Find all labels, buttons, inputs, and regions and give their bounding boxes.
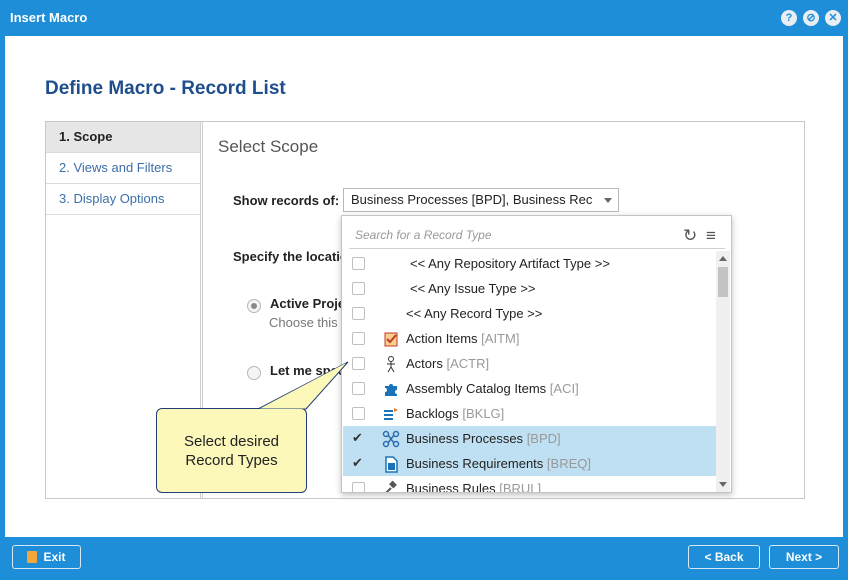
list-item-label: << Any Record Type >>: [406, 306, 542, 321]
checkbox[interactable]: [352, 332, 365, 345]
list-item-label: Action Items [AITM]: [406, 331, 519, 346]
step-display-options[interactable]: 3. Display Options: [46, 184, 200, 215]
checkbox[interactable]: [352, 307, 365, 320]
list-item[interactable]: << Any Repository Artifact Type >>: [343, 251, 716, 276]
search-input[interactable]: [355, 228, 655, 242]
refresh-icon[interactable]: ↻: [683, 227, 697, 244]
scrollbar[interactable]: [716, 251, 730, 492]
checkbox[interactable]: [352, 482, 365, 492]
list-item-code: [BKLG]: [462, 406, 505, 421]
list-item-label: Backlogs [BKLG]: [406, 406, 504, 421]
backlog-icon: [382, 405, 400, 423]
record-type-search: ↻ ≡: [349, 222, 725, 249]
list-item-name: Assembly Catalog Items: [406, 381, 547, 396]
list-item[interactable]: Business Rules [BRUL]: [343, 476, 716, 492]
process-icon: [382, 430, 400, 448]
radio-specify-label: Let me spec: [270, 363, 346, 378]
callout-line-2: Record Types: [185, 452, 278, 469]
radio-active-project[interactable]: [247, 299, 261, 313]
record-type-select-value: Business Processes [BPD], Business Rec: [351, 192, 593, 207]
list-item-name: << Any Repository Artifact Type >>: [410, 256, 610, 271]
list-item[interactable]: Business Requirements [BREQ]: [343, 451, 716, 476]
list-item-label: Business Processes [BPD]: [406, 431, 561, 446]
list-item-name: Backlogs: [406, 406, 459, 421]
checkbox[interactable]: [352, 455, 365, 471]
exit-button[interactable]: Exit: [12, 545, 81, 569]
next-button[interactable]: Next >: [769, 545, 839, 569]
menu-icon[interactable]: ≡: [706, 227, 716, 244]
list-item-label: Actors [ACTR]: [406, 356, 489, 371]
list-item-label: Business Requirements [BREQ]: [406, 456, 591, 471]
list-item-code: [ACTR]: [446, 356, 490, 371]
list-item-code: [ACI]: [549, 381, 579, 396]
action-items-icon: [382, 330, 400, 348]
list-item-name: << Any Issue Type >>: [410, 281, 536, 296]
chevron-down-icon: [604, 198, 612, 203]
checkbox[interactable]: [352, 357, 365, 370]
list-item-code: [BPD]: [526, 431, 561, 446]
list-item[interactable]: Actors [ACTR]: [343, 351, 716, 376]
checkbox[interactable]: [352, 257, 365, 270]
record-type-list: << Any Repository Artifact Type >> << Any…: [343, 251, 716, 492]
list-item-label: << Any Issue Type >>: [410, 281, 536, 296]
window-titlebar: Insert Macro ? ⊘ ✕: [0, 0, 848, 36]
dialog-footer: Exit < Back Next >: [0, 537, 848, 580]
location-label: Specify the locatio: [233, 249, 348, 264]
radio-active-project-label: Active Proje: [270, 296, 346, 311]
actor-icon: [382, 355, 400, 373]
record-type-select[interactable]: Business Processes [BPD], Business Rec: [343, 188, 619, 212]
scroll-up-icon[interactable]: [719, 256, 727, 261]
list-item[interactable]: Business Processes [BPD]: [343, 426, 716, 451]
document-icon: [382, 455, 400, 473]
list-item-label: << Any Repository Artifact Type >>: [410, 256, 610, 271]
list-item[interactable]: Action Items [AITM]: [343, 326, 716, 351]
list-item-label: Business Rules [BRUL]: [406, 481, 541, 492]
list-item[interactable]: << Any Issue Type >>: [343, 276, 716, 301]
list-item-code: [AITM]: [481, 331, 520, 346]
callout-note: Select desired Record Types: [156, 408, 307, 493]
radio-specify[interactable]: [247, 366, 261, 380]
step-scope[interactable]: 1. Scope: [46, 122, 200, 153]
help-icon[interactable]: ?: [781, 10, 797, 26]
record-type-dropdown: ↻ ≡ << Any Repository Artifact Type >><<…: [341, 215, 732, 493]
scroll-down-icon[interactable]: [719, 482, 727, 487]
page-title: Define Macro - Record List: [45, 78, 286, 99]
list-item[interactable]: << Any Record Type >>: [343, 301, 716, 326]
puzzle-icon: [382, 380, 400, 398]
list-item-name: Business Requirements: [406, 456, 544, 471]
list-item-name: Business Processes: [406, 431, 524, 446]
step-views-filters[interactable]: 2. Views and Filters: [46, 153, 200, 184]
callout-line-1: Select desired: [183, 433, 280, 450]
gavel-icon: [382, 480, 400, 492]
checkbox[interactable]: [352, 382, 365, 395]
show-records-label: Show records of:: [233, 193, 340, 208]
list-item-name: Business Rules: [406, 481, 496, 492]
minimize-icon[interactable]: ⊘: [803, 10, 819, 26]
list-item-name: Action Items: [406, 331, 478, 346]
exit-icon: [27, 551, 38, 563]
list-item[interactable]: Backlogs [BKLG]: [343, 401, 716, 426]
radio-active-project-desc: Choose this o: [269, 315, 349, 330]
list-item-name: << Any Record Type >>: [406, 306, 543, 321]
window-title: Insert Macro: [10, 10, 88, 25]
list-item-code: [BRUL]: [499, 481, 542, 492]
close-icon[interactable]: ✕: [825, 10, 841, 26]
exit-label: Exit: [43, 550, 66, 564]
checkbox[interactable]: [352, 282, 365, 295]
scrollbar-thumb[interactable]: [718, 267, 728, 297]
list-item-name: Actors: [406, 356, 443, 371]
checkbox[interactable]: [352, 430, 365, 446]
back-button[interactable]: < Back: [688, 545, 760, 569]
section-title: Select Scope: [218, 137, 319, 156]
list-item[interactable]: Assembly Catalog Items [ACI]: [343, 376, 716, 401]
checkbox[interactable]: [352, 407, 365, 420]
list-item-code: [BREQ]: [546, 456, 591, 471]
list-item-label: Assembly Catalog Items [ACI]: [406, 381, 579, 396]
